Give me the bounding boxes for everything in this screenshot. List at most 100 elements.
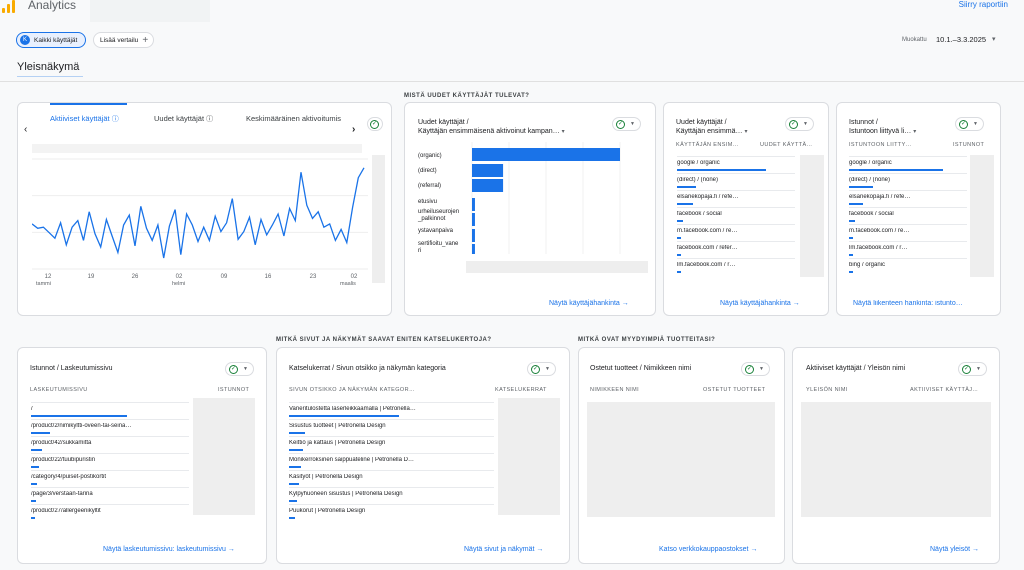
column-header[interactable]: KÄYTTÄJÄN ENSIM… [676, 142, 739, 148]
table-row[interactable]: (direct) / (none) [677, 177, 795, 183]
x-tick-label: 12 [44, 274, 52, 280]
table-row[interactable]: facebook / social [677, 211, 795, 217]
row-divider [677, 190, 795, 191]
chevron-right-icon[interactable]: › [352, 124, 355, 135]
table-row[interactable]: /category/4/puiset-postikortit [31, 474, 189, 480]
segment-avatar: K [20, 35, 30, 45]
row-divider [289, 436, 494, 437]
x-tick-label: 02 [350, 274, 358, 280]
audiences-link[interactable]: Näytä yleisöt → [930, 546, 979, 553]
arrow-right-icon: → [536, 546, 544, 553]
table-row[interactable]: facebook / social [849, 211, 967, 217]
column-header[interactable]: KATSELUKERRAT [495, 387, 547, 393]
column-header[interactable]: YLEISÖN NIMI [806, 387, 848, 393]
chevron-down-icon[interactable]: ▾ [992, 35, 996, 43]
column-header[interactable]: ISTUNNOT [953, 142, 984, 148]
insights-button[interactable]: ✓ ▼ [785, 117, 814, 131]
card-title[interactable]: Istunnot / Istuntoon liittyvä li… ▾ [849, 118, 916, 137]
table-row[interactable]: m.facebook.com / re… [677, 228, 795, 234]
insights-button[interactable]: ✓ ▼ [958, 362, 987, 376]
column-header[interactable]: NIMIKKEEN NIMI [590, 387, 639, 393]
tab-active-users[interactable]: Aktiiviset käyttäjät ⓘ [50, 114, 119, 124]
pages-link[interactable]: Näytä sivut ja näkymät → [464, 546, 543, 553]
card-title[interactable]: Uudet käyttäjät / Käyttäjän ensimmä… ▾ [676, 118, 748, 137]
active-users-series-line [32, 167, 365, 259]
insights-button[interactable]: ✓ ▼ [527, 362, 556, 376]
table-row[interactable]: (direct) / (none) [849, 177, 967, 183]
insights-button[interactable]: ✓ [367, 117, 383, 131]
landing-page-link[interactable]: Näytä laskeutumissivu: laskeutumissivu → [103, 546, 235, 553]
table-row[interactable]: bing / organic [849, 262, 967, 268]
plus-icon: + [142, 34, 149, 46]
table-row[interactable]: google / organic [677, 160, 795, 166]
table-row[interactable]: Keittiö ja kattaus | Petronella Design [289, 440, 494, 446]
redacted-area [970, 155, 994, 277]
card-title[interactable]: Uudet käyttäjät / Käyttäjän ensimmäisenä… [418, 118, 565, 137]
insights-button[interactable]: ✓ ▼ [612, 117, 641, 131]
table-row[interactable]: m.facebook.com / re… [849, 228, 967, 234]
table-row[interactable]: Sisustus tuotteet | Petronella Design [289, 423, 494, 429]
chevron-left-icon[interactable]: ‹ [24, 124, 27, 135]
row-share-bar [849, 237, 853, 239]
row-divider [31, 453, 189, 454]
table-row[interactable]: /product/27/allergeenikyltit [31, 508, 189, 514]
table-row[interactable]: facebook.com / refer… [677, 245, 795, 251]
row-divider [849, 207, 967, 208]
table-row[interactable]: /product/22/tuubipuristin [31, 457, 189, 463]
top-bar: Analytics Siirry raportiin [0, 0, 1024, 22]
acquisition-link[interactable]: Näytä käyttäjähankinta → [720, 300, 800, 307]
card-title[interactable]: Aktiiviset käyttäjät / Yleisön nimi [806, 364, 905, 373]
table-row[interactable]: google / organic [849, 160, 967, 166]
table-row[interactable]: lm.facebook.com / r… [677, 262, 795, 268]
card-title[interactable]: Katselukerrat / Sivun otsikko ja näkymän… [289, 364, 446, 373]
insights-button[interactable]: ✓ ▼ [225, 362, 254, 376]
table-row[interactable]: /product/42/sukkamitta [31, 440, 189, 446]
check-circle-icon: ✓ [229, 364, 238, 374]
row-share-bar [31, 500, 36, 502]
column-header[interactable]: OSTETUT TUOTTEET [703, 387, 765, 393]
table-row[interactable]: elsanekopaja.fi / refe… [849, 194, 967, 200]
row-divider [849, 173, 967, 174]
column-header[interactable]: ISTUNNOT [218, 387, 249, 393]
row-share-bar [289, 466, 301, 468]
arrow-right-icon: → [972, 546, 980, 553]
column-header[interactable]: ISTUNTOON LIITTY… [849, 142, 912, 148]
table-row[interactable]: Kylpyhuoneen sisustus | Petronella Desig… [289, 491, 494, 497]
open-report-link[interactable]: Siirry raportiin [959, 0, 1008, 9]
column-header[interactable]: LASKEUTUMISSIVU [30, 387, 88, 393]
table-row[interactable]: lm.facebook.com / r… [849, 245, 967, 251]
insights-button[interactable]: ✓ ▼ [955, 117, 984, 131]
table-row[interactable]: Monikerroksinen saippuateline | Petronel… [289, 457, 494, 463]
table-row[interactable]: Puukorut | Petronella Design [289, 508, 494, 514]
acquisition-link[interactable]: Näytä käyttäjähankinta → [549, 300, 629, 307]
column-header[interactable]: SIVUN OTSIKKO JA NÄKYMÄN KATEGOR… [289, 387, 415, 393]
help-icon[interactable]: ⓘ [112, 116, 119, 123]
row-divider [677, 241, 795, 242]
table-row[interactable]: /product/2/nimikyltti-oveen-tai-seina… [31, 423, 189, 429]
segment-chip-all-users[interactable]: K Kaikki käyttäjät [16, 32, 86, 48]
column-header[interactable]: UUDET KÄYTTÄ… [760, 142, 812, 148]
x-tick-label: 02 [175, 274, 183, 280]
table-row[interactable]: / [31, 406, 189, 412]
row-share-bar [289, 415, 399, 417]
row-divider [677, 173, 795, 174]
table-row[interactable]: elsanekopaja.fi / refe… [677, 194, 795, 200]
help-icon[interactable]: ⓘ [206, 116, 213, 123]
table-row[interactable]: Vaneritulostetta laserleikkaamalla | Pet… [289, 406, 494, 412]
add-comparison-button[interactable]: Lisää vertailu + [93, 32, 154, 48]
row-share-bar [677, 237, 681, 239]
ecommerce-link[interactable]: Katso verkkokauppaostokset → [659, 546, 757, 553]
table-row[interactable]: Käsityöt | Petronella Design [289, 474, 494, 480]
chevron-down-icon: ▼ [973, 121, 978, 127]
tab-avg-engagement[interactable]: Keskimääräinen aktivoitumis [246, 114, 346, 123]
traffic-link[interactable]: Näytä liikenteen hankinta: istunto… [853, 300, 996, 307]
row-share-bar [677, 169, 766, 171]
x-tick-label: 16 [264, 274, 272, 280]
card-title[interactable]: Istunnot / Laskeutumissivu [30, 364, 113, 373]
insights-button[interactable]: ✓ ▼ [741, 362, 770, 376]
table-row[interactable]: /page/3/verstaan-tarina [31, 491, 189, 497]
tab-new-users[interactable]: Uudet käyttäjät ⓘ [154, 114, 213, 124]
card-title[interactable]: Ostetut tuotteet / Nimikkeen nimi [590, 364, 691, 373]
column-header[interactable]: AKTIIVISET KÄYTTÄJ… [910, 387, 978, 393]
date-range-picker[interactable]: 10.1.–3.3.2025 [936, 35, 986, 44]
